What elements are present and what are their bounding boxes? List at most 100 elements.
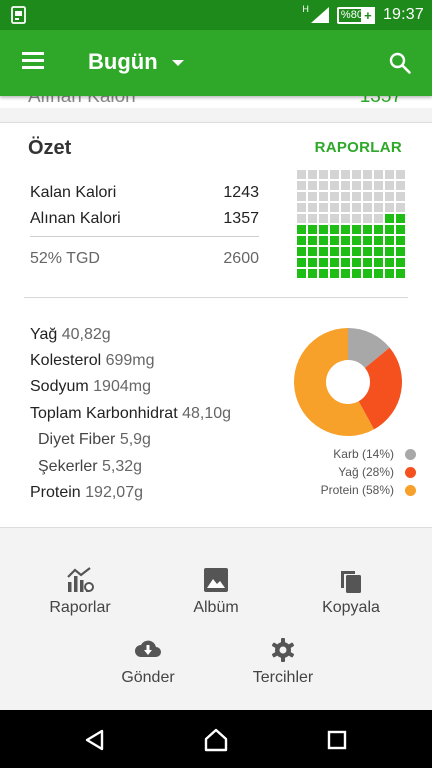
- waffle-cell: [374, 225, 383, 234]
- reports-link[interactable]: RAPORLAR: [315, 139, 402, 156]
- waffle-cell: [319, 247, 328, 256]
- legend-label: Karb (14%): [333, 447, 394, 461]
- waffle-cell: [341, 269, 350, 278]
- waffle-cell: [385, 258, 394, 267]
- reports-button[interactable]: Raporlar: [25, 565, 135, 617]
- waffle-cell: [363, 225, 372, 234]
- legend-item-carbs: Karb (14%): [254, 447, 416, 461]
- waffle-cell: [352, 170, 361, 179]
- copy-icon: [341, 571, 361, 593]
- nutrient-name: Toplam Karbonhidrat: [30, 405, 178, 422]
- waffle-cell: [297, 203, 306, 212]
- nutrient-sugars: Şekerler 5,32g: [38, 458, 142, 476]
- divider: [30, 236, 259, 237]
- waffle-cell: [352, 236, 361, 245]
- waffle-cell: [297, 258, 306, 267]
- nutrient-amount: 192,07g: [85, 484, 143, 501]
- waffle-cell: [341, 181, 350, 190]
- preferences-button[interactable]: Tercihler: [228, 635, 338, 687]
- waffle-cell: [308, 269, 317, 278]
- consumed-calories-row: Alınan Kalori 1357: [30, 210, 259, 228]
- signal-icon: [310, 7, 329, 23]
- waffle-cell: [363, 269, 372, 278]
- date-selector-title[interactable]: Bugün: [88, 49, 158, 75]
- nutrient-name: Yağ: [30, 326, 58, 343]
- waffle-cell: [330, 258, 339, 267]
- remaining-calories-label: Kalan Kalori: [30, 184, 117, 201]
- reports-button-label: Raporlar: [49, 599, 111, 616]
- waffle-cell: [330, 170, 339, 179]
- waffle-cell: [330, 192, 339, 201]
- scrolled-row-value: 1357: [359, 96, 402, 107]
- scrolled-calorie-row: Alınan Kalori 1357: [0, 96, 432, 108]
- waffle-cell: [352, 192, 361, 201]
- send-button[interactable]: Gönder: [93, 635, 203, 687]
- tgd-row: 52% TGD 2600: [30, 250, 259, 268]
- nutrient-sodium: Sodyum 1904mg: [30, 378, 151, 396]
- search-icon[interactable]: [388, 51, 412, 75]
- chevron-down-icon[interactable]: [172, 60, 184, 66]
- waffle-cell: [374, 192, 383, 201]
- back-triangle-icon[interactable]: [82, 727, 108, 753]
- waffle-cell: [308, 214, 317, 223]
- nutrient-name: Protein: [30, 484, 81, 501]
- waffle-cell: [341, 170, 350, 179]
- waffle-cell: [396, 181, 405, 190]
- waffle-cell: [385, 192, 394, 201]
- menu-icon[interactable]: [22, 52, 44, 70]
- waffle-cell: [319, 170, 328, 179]
- waffle-cell: [297, 247, 306, 256]
- waffle-cell: [396, 247, 405, 256]
- legend-label: Protein (58%): [320, 483, 394, 497]
- nutrient-fat: Yağ 40,82g: [30, 326, 111, 344]
- waffle-cell: [308, 236, 317, 245]
- waffle-cell: [385, 247, 394, 256]
- waffle-cell: [308, 203, 317, 212]
- waffle-cell: [319, 225, 328, 234]
- waffle-cell: [385, 236, 394, 245]
- waffle-cell: [319, 258, 328, 267]
- waffle-cell: [363, 258, 372, 267]
- waffle-cell: [385, 225, 394, 234]
- waffle-cell: [352, 258, 361, 267]
- waffle-cell: [374, 269, 383, 278]
- waffle-cell: [352, 203, 361, 212]
- copy-button[interactable]: Kopyala: [296, 565, 406, 617]
- recents-square-icon[interactable]: [324, 727, 350, 753]
- waffle-cell: [352, 225, 361, 234]
- waffle-cell: [374, 247, 383, 256]
- battery-level: %80: [340, 8, 363, 21]
- home-icon[interactable]: [203, 727, 229, 753]
- consumed-calories-label: Alınan Kalori: [30, 210, 121, 227]
- waffle-cell: [374, 170, 383, 179]
- waffle-cell: [341, 192, 350, 201]
- waffle-cell: [352, 214, 361, 223]
- waffle-cell: [319, 269, 328, 278]
- remaining-calories-row: Kalan Kalori 1243: [30, 184, 259, 202]
- waffle-cell: [396, 214, 405, 223]
- nutrient-amount: 5,32g: [102, 458, 143, 475]
- waffle-cell: [385, 203, 394, 212]
- reports-chart-icon: [67, 567, 94, 592]
- network-type-label: H: [302, 4, 309, 14]
- gear-icon: [271, 638, 295, 662]
- album-button[interactable]: Albüm: [161, 565, 271, 617]
- nutrient-amount: 48,10g: [182, 405, 232, 422]
- tgd-value: 2600: [223, 250, 259, 267]
- waffle-cell: [396, 236, 405, 245]
- waffle-cell: [297, 214, 306, 223]
- summary-title: Özet: [28, 137, 72, 159]
- waffle-cell: [363, 181, 372, 190]
- waffle-cell: [341, 203, 350, 212]
- waffle-cell: [319, 181, 328, 190]
- nutrient-amount: 5,9g: [119, 431, 151, 448]
- nutrient-name: Sodyum: [30, 378, 89, 395]
- image-icon: [204, 568, 228, 592]
- waffle-cell: [363, 192, 372, 201]
- nutrient-fiber: Diyet Fiber 5,9g: [38, 431, 151, 449]
- waffle-cell: [297, 236, 306, 245]
- app-notification-icon: [11, 6, 26, 24]
- scrolled-row-label: Alınan Kalori: [28, 96, 136, 107]
- waffle-cell: [308, 170, 317, 179]
- cloud-download-icon: [135, 640, 161, 657]
